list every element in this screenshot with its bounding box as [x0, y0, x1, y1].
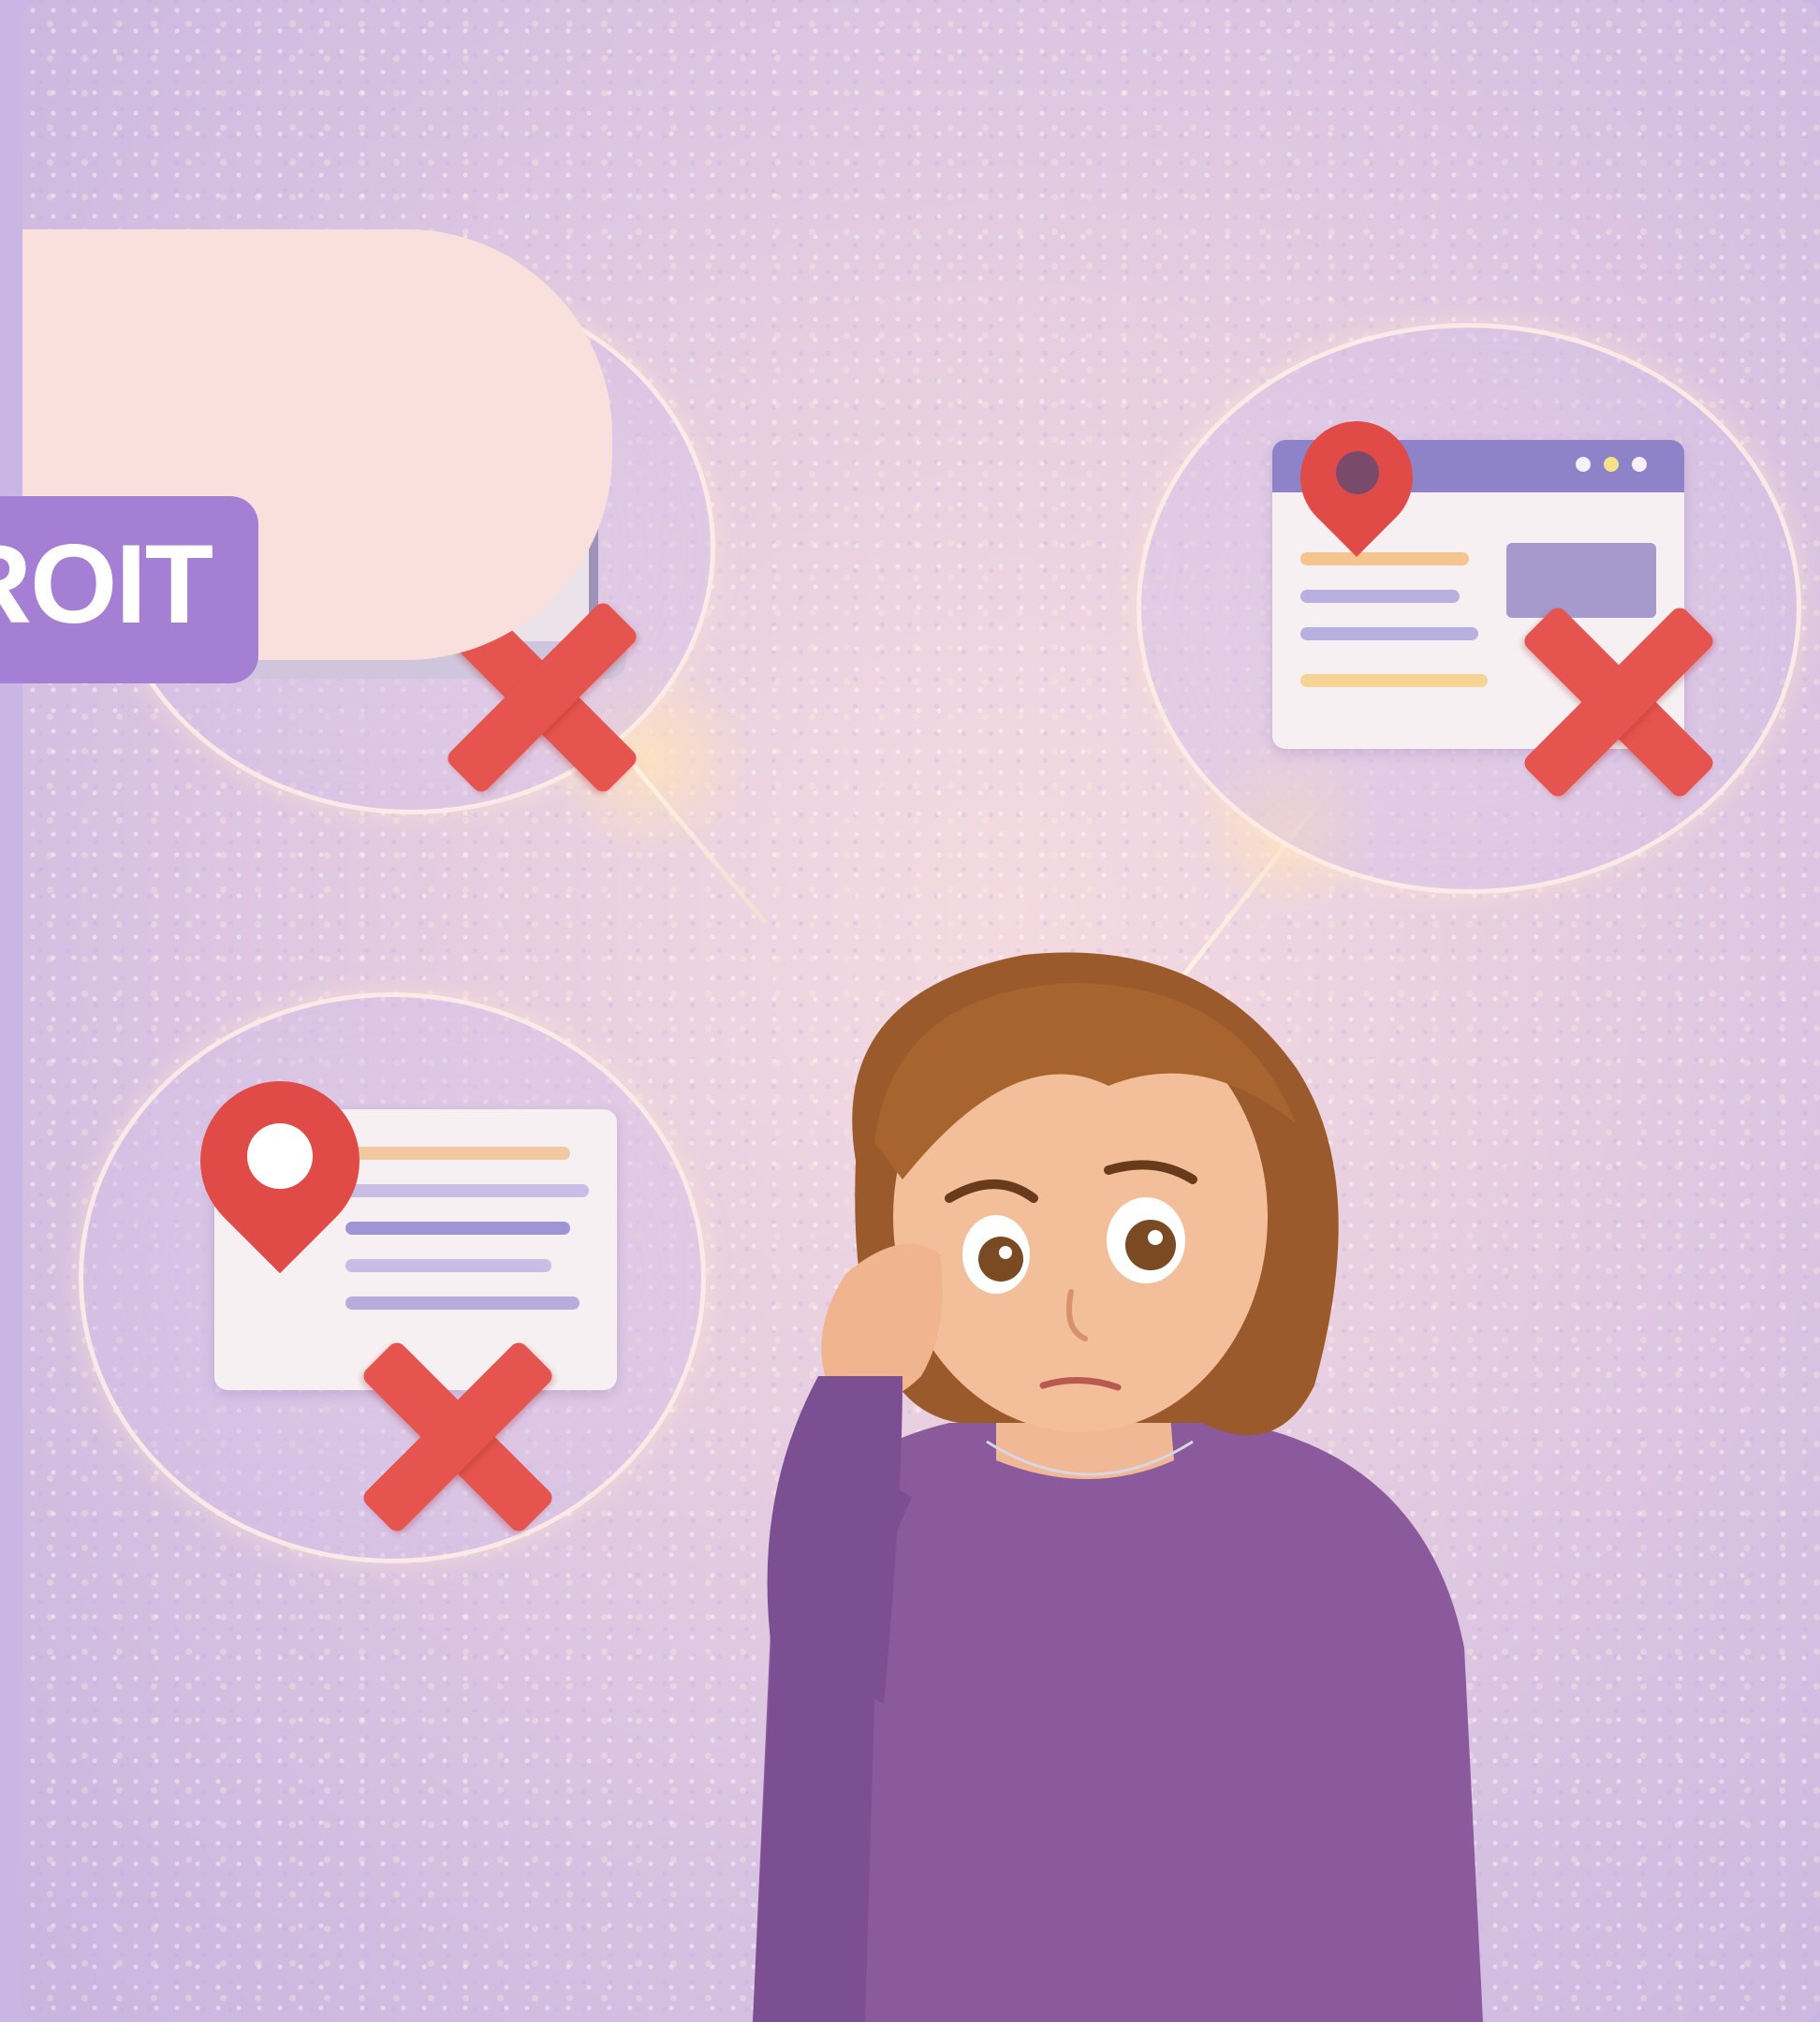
x-mark-icon: [355, 1334, 561, 1540]
illustration-frame: [22, 0, 1820, 2022]
location-pin-icon: [1277, 398, 1436, 608]
woman-thinking-illustration: [715, 936, 1483, 2022]
page: ROIT: [0, 0, 1820, 2022]
title-banner: ROIT: [0, 496, 258, 683]
x-mark-icon: [1516, 599, 1722, 805]
location-pin-icon: [167, 1048, 393, 1325]
banner-label: ROIT: [0, 521, 213, 647]
browser-thought-bubble: [1137, 323, 1801, 894]
woman-figure: [753, 952, 1483, 2022]
map-thought-bubble: [79, 992, 706, 1563]
